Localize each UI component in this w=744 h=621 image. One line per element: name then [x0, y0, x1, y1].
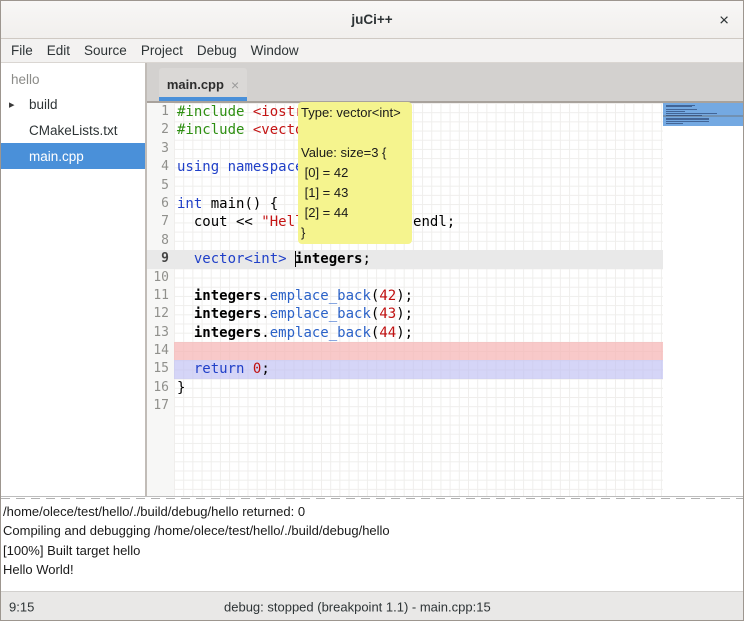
code-line[interactable]: 14 — [147, 342, 663, 360]
file-tree: ▸build CMakeLists.txt main.cpp — [1, 91, 145, 169]
line-number[interactable]: 17 — [147, 397, 174, 415]
tab-label: main.cpp — [167, 77, 224, 92]
line-number[interactable]: 2 — [147, 121, 174, 139]
menu-item-source[interactable]: Source — [84, 43, 127, 58]
menu-item-window[interactable]: Window — [251, 43, 299, 58]
line-number[interactable]: 5 — [147, 177, 174, 195]
window-title: juCi++ — [351, 12, 392, 27]
code-line[interactable]: 17 — [147, 397, 663, 415]
tooltip-line: Type: vector<int> — [301, 103, 409, 123]
tooltip-line: } — [301, 223, 409, 243]
code-text: return 0; — [174, 360, 663, 378]
code-line[interactable]: 11 integers.emplace_back(42); — [147, 287, 663, 305]
code-text — [174, 342, 663, 360]
code-text — [174, 397, 663, 415]
code-text: integers.emplace_back(42); — [174, 287, 663, 305]
terminal-line: /home/olece/test/hello/./build/debug/hel… — [3, 502, 741, 521]
code-text: using namespace std; — [174, 158, 663, 176]
code-text — [174, 177, 663, 195]
file-tree-sidebar: hello ▸build CMakeLists.txt main.cpp — [1, 63, 147, 496]
tooltip-line — [301, 123, 409, 143]
terminal-line: [100%] Built target hello — [3, 541, 741, 560]
tooltip-line: [0] = 42 — [301, 163, 409, 183]
code-line[interactable]: 12 integers.emplace_back(43); — [147, 305, 663, 323]
minimap[interactable] — [663, 103, 743, 496]
tree-item-cmakelists-txt[interactable]: CMakeLists.txt — [1, 117, 145, 143]
close-icon[interactable]: × — [719, 11, 729, 28]
terminal-line: Compiling and debugging /home/olece/test… — [3, 521, 741, 540]
line-number[interactable]: 6 — [147, 195, 174, 213]
code-text: #include <vector> — [174, 121, 663, 139]
line-number[interactable]: 7 — [147, 213, 174, 231]
code-editor[interactable]: 1#include <iostream>2#include <vector>34… — [147, 103, 743, 496]
line-number[interactable]: 15 — [147, 360, 174, 378]
tooltip-line: [2] = 44 — [301, 203, 409, 223]
line-number[interactable]: 8 — [147, 232, 174, 250]
code-text: int main() { — [174, 195, 663, 213]
line-number[interactable]: 9 — [147, 250, 174, 268]
project-root-label: hello — [1, 63, 145, 91]
editor-pane: main.cpp × 1#include <iostream>2#include… — [147, 63, 743, 496]
tooltip-line: Value: size=3 { — [301, 143, 409, 163]
code-text: } — [174, 379, 663, 397]
status-bar: 9:15 debug: stopped (breakpoint 1.1) - m… — [1, 591, 743, 621]
menu-item-project[interactable]: Project — [141, 43, 183, 58]
tree-item-label: CMakeLists.txt — [1, 123, 118, 138]
code-text — [174, 232, 663, 250]
menu-bar: File Edit Source Project Debug Window — [1, 39, 743, 63]
tree-item-label: main.cpp — [1, 149, 84, 164]
code-line[interactable]: 13 integers.emplace_back(44); — [147, 324, 663, 342]
code-text — [174, 140, 663, 158]
line-number[interactable]: 4 — [147, 158, 174, 176]
tooltip-line: [1] = 43 — [301, 183, 409, 203]
line-number[interactable]: 13 — [147, 324, 174, 342]
line-number[interactable]: 16 — [147, 379, 174, 397]
debug-value-tooltip: Type: vector<int> Value: size=3 { [0] = … — [298, 102, 412, 244]
line-number[interactable]: 14 — [147, 342, 174, 360]
minimap-viewport[interactable] — [663, 103, 743, 126]
text-cursor — [295, 251, 296, 267]
tab-close-icon[interactable]: × — [231, 78, 239, 92]
menu-item-debug[interactable]: Debug — [197, 43, 237, 58]
code-text: vector<int> integers; — [174, 250, 663, 268]
code-text: integers.emplace_back(43); — [174, 305, 663, 323]
code-line[interactable]: 15 return 0; — [147, 360, 663, 378]
menu-item-edit[interactable]: Edit — [47, 43, 70, 58]
code-line[interactable]: 16} — [147, 379, 663, 397]
active-tab-indicator — [159, 97, 247, 101]
tree-item-build[interactable]: ▸build — [1, 91, 145, 117]
line-number[interactable]: 11 — [147, 287, 174, 305]
code-text: #include <iostream> — [174, 103, 663, 121]
title-bar[interactable]: juCi++ × — [1, 1, 743, 39]
debug-status: debug: stopped (breakpoint 1.1) - main.c… — [224, 600, 491, 615]
cursor-position-status: 9:15 — [9, 600, 34, 615]
terminal-line: Hello World! — [3, 560, 741, 579]
tab-bar: main.cpp × — [147, 63, 743, 103]
line-number[interactable]: 10 — [147, 269, 174, 287]
code-text — [174, 269, 663, 287]
code-text: integers.emplace_back(44); — [174, 324, 663, 342]
line-number[interactable]: 12 — [147, 305, 174, 323]
expander-icon[interactable]: ▸ — [9, 98, 15, 111]
line-number[interactable]: 3 — [147, 140, 174, 158]
menu-item-file[interactable]: File — [11, 43, 33, 58]
line-number[interactable]: 1 — [147, 103, 174, 121]
tree-item-main-cpp[interactable]: main.cpp — [1, 143, 145, 169]
code-text: cout << "Hello World!" << endl; — [174, 213, 663, 231]
code-line[interactable]: 9 vector<int> integers; — [147, 250, 663, 268]
app-window: juCi++ × File Edit Source Project Debug Windo… — [0, 0, 744, 621]
code-line[interactable]: 10 — [147, 269, 663, 287]
terminal-output[interactable]: /home/olece/test/hello/./build/debug/hel… — [1, 500, 743, 591]
